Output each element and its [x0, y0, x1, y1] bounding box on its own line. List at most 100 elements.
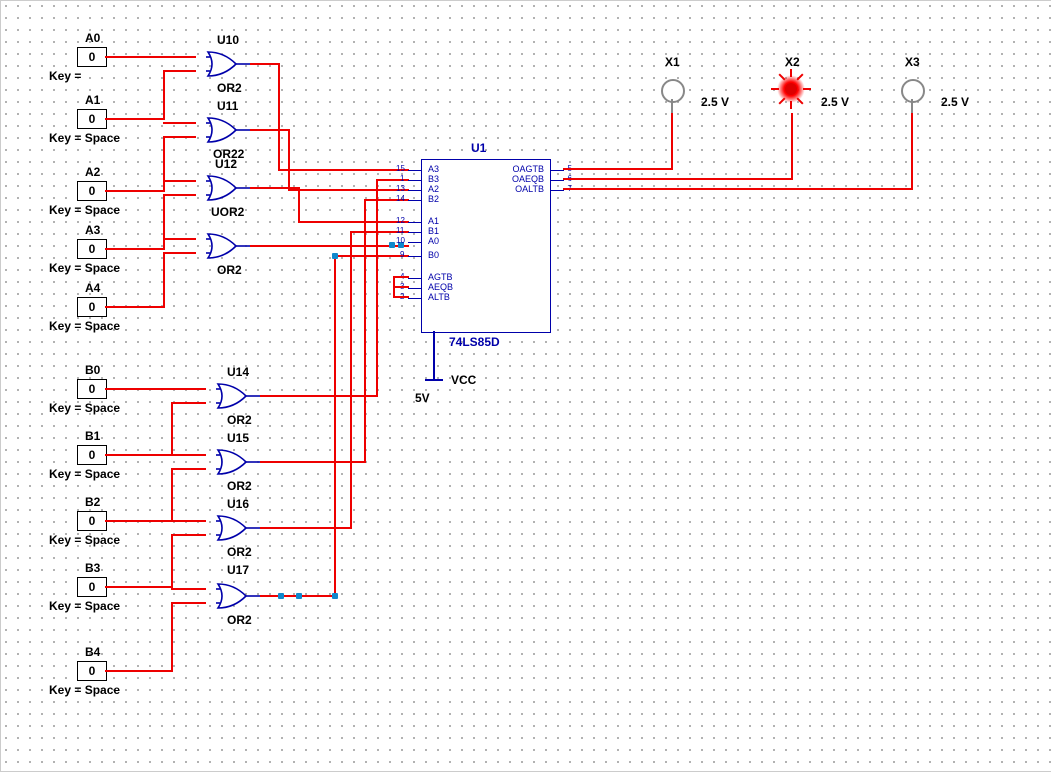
- switch-A2[interactable]: 0: [77, 181, 107, 201]
- gate-U15: [216, 447, 264, 480]
- wire: [171, 534, 206, 536]
- wire: [105, 454, 173, 456]
- key-B1: Key = Space: [49, 467, 120, 481]
- wire: [250, 245, 310, 247]
- wire: [163, 136, 196, 138]
- label-A1: A1: [85, 93, 100, 107]
- switch-A0[interactable]: 0: [77, 47, 107, 67]
- junction-node: [389, 242, 395, 248]
- wire: [563, 178, 793, 180]
- wire: [364, 199, 366, 463]
- label-B2: B2: [85, 495, 100, 509]
- key-B0: Key = Space: [49, 401, 120, 415]
- wire: [288, 129, 290, 191]
- ref-U17: U17: [227, 563, 249, 577]
- type-U10: OR2: [217, 81, 242, 95]
- switch-A1[interactable]: 0: [77, 109, 107, 129]
- switch-B2[interactable]: 0: [77, 511, 107, 531]
- label-A2: A2: [85, 165, 100, 179]
- probe-label-X3: X3: [905, 55, 920, 69]
- wire: [171, 588, 206, 590]
- wire: [163, 180, 196, 182]
- wire: [105, 248, 165, 250]
- type-U14: OR2: [227, 413, 252, 427]
- wire: [105, 670, 173, 672]
- wire: [791, 113, 793, 180]
- wire: [163, 252, 165, 308]
- wire: [298, 221, 409, 223]
- type-U15: OR2: [227, 479, 252, 493]
- wire: [105, 388, 206, 390]
- wire: [171, 402, 173, 456]
- key-B2: Key = Space: [49, 533, 120, 547]
- key-A2: Key = Space: [49, 203, 120, 217]
- switch-B4[interactable]: 0: [77, 661, 107, 681]
- type-U12: UOR2: [211, 205, 244, 219]
- switch-A4[interactable]: 0: [77, 297, 107, 317]
- gate-U16: [216, 513, 264, 546]
- wire: [163, 194, 165, 250]
- gate-U17: [216, 581, 264, 614]
- wire: [563, 168, 673, 170]
- label-B0: B0: [85, 363, 100, 377]
- chip-ref: U1: [471, 141, 486, 155]
- wire: [171, 402, 206, 404]
- label-B1: B1: [85, 429, 100, 443]
- label-A4: A4: [85, 281, 100, 295]
- label-B3: B3: [85, 561, 100, 575]
- key-A0: Key =: [49, 69, 81, 83]
- chip-part: 74LS85D: [449, 335, 500, 349]
- wire: [171, 454, 206, 456]
- probe-X2-lit: [777, 75, 805, 103]
- key-B3: Key = Space: [49, 599, 120, 613]
- wire: [288, 189, 409, 191]
- ref-U12: U12: [215, 157, 237, 171]
- wire: [260, 395, 378, 397]
- key-A3: Key = Space: [49, 261, 120, 275]
- gate-U14: [216, 381, 264, 414]
- probe-val-X3: 2.5 V: [941, 95, 969, 109]
- chip-74LS85D: 15A3 1B3 13A2 14B2 12A1 11B1 10A0 9B0 4A…: [421, 159, 551, 333]
- ref-U16: U16: [227, 497, 249, 511]
- wire: [395, 286, 409, 288]
- probe-label-X2: X2: [785, 55, 800, 69]
- wire: [163, 194, 196, 196]
- junction-node: [296, 593, 302, 599]
- vcc-value: 5V: [415, 391, 430, 405]
- wire: [298, 187, 300, 223]
- wire: [105, 190, 165, 192]
- wire: [163, 122, 196, 124]
- wire: [393, 276, 395, 298]
- wire: [105, 306, 165, 308]
- gate-U12: [206, 173, 254, 206]
- type-U17: OR2: [227, 613, 252, 627]
- type-U16: OR2: [227, 545, 252, 559]
- wire: [334, 255, 409, 257]
- wire: [105, 586, 173, 588]
- probe-val-X2: 2.5 V: [821, 95, 849, 109]
- wire: [171, 602, 173, 672]
- wire: [671, 113, 673, 170]
- wire: [171, 468, 206, 470]
- wire: [395, 296, 409, 298]
- label-A0: A0: [85, 31, 100, 45]
- switch-B1[interactable]: 0: [77, 445, 107, 465]
- wire: [350, 231, 352, 529]
- wire: [911, 113, 913, 190]
- switch-A3[interactable]: 0: [77, 239, 107, 259]
- wire: [278, 63, 280, 171]
- wire: [376, 179, 378, 397]
- key-A4: Key = Space: [49, 319, 120, 333]
- switch-B0[interactable]: 0: [77, 379, 107, 399]
- vcc-wire: [425, 379, 443, 381]
- wire: [250, 63, 280, 65]
- wire: [105, 520, 173, 522]
- vcc-wire: [433, 331, 435, 379]
- switch-B3[interactable]: 0: [77, 577, 107, 597]
- wire: [260, 527, 352, 529]
- junction-node: [332, 593, 338, 599]
- probe-label-X1: X1: [665, 55, 680, 69]
- ref-U15: U15: [227, 431, 249, 445]
- label-A3: A3: [85, 223, 100, 237]
- probe-val-X1: 2.5 V: [701, 95, 729, 109]
